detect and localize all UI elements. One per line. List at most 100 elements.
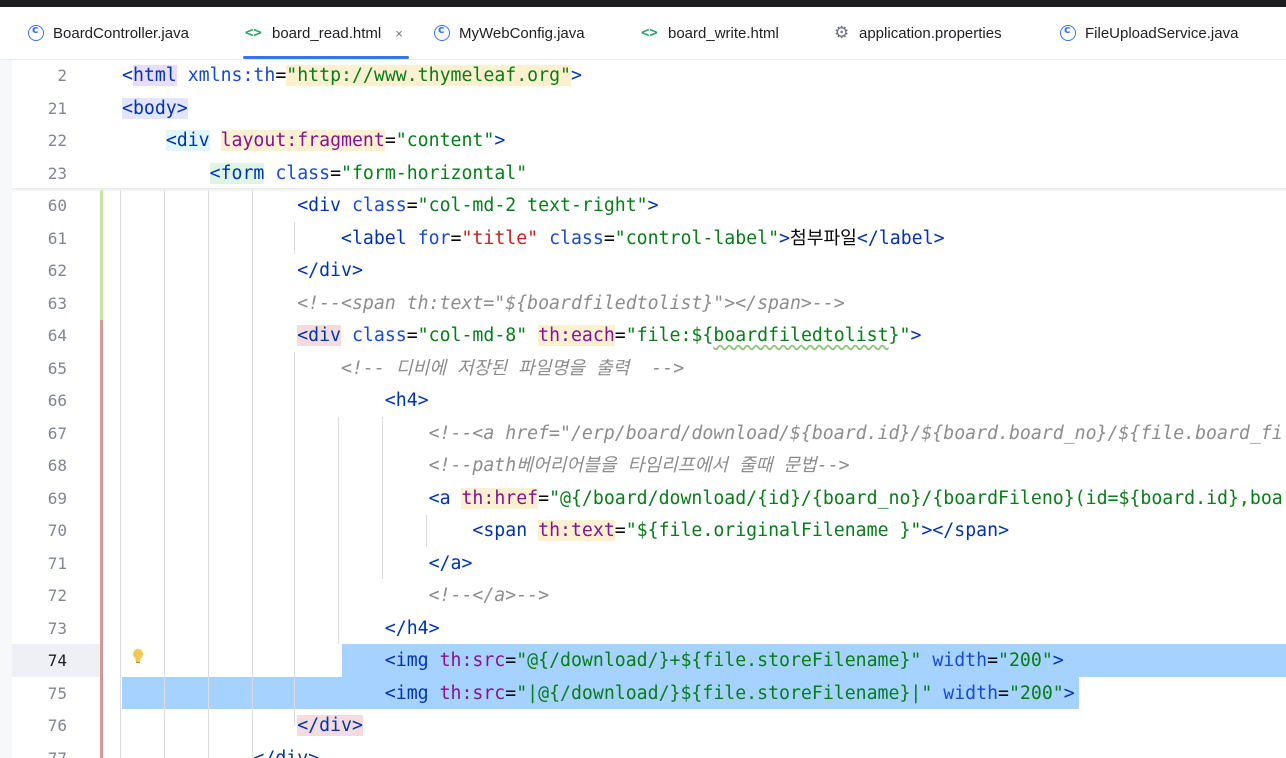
code-token: img	[395, 682, 429, 704]
code-token: "200"	[998, 650, 1053, 671]
code-token: div	[275, 747, 309, 758]
code-line[interactable]: 74 <img th:src="@{/download/}+${file.sto…	[12, 645, 1286, 678]
code-token: <!--<span th:text="${boardfiledtolist}">…	[297, 292, 845, 314]
tab-board-read[interactable]: <> board_read.html ×	[243, 7, 409, 59]
tab-application-properties[interactable]: ⚙ application.properties	[834, 7, 1002, 59]
code-token: <	[384, 682, 396, 704]
lightbulb-icon[interactable]	[132, 648, 144, 664]
code-token: boardfiledtolist	[713, 325, 889, 346]
code-token: <	[122, 65, 133, 86]
code-line[interactable]: 73 </h4>	[12, 613, 1286, 646]
code-line[interactable]: 23 <form class="form-horizontal"	[12, 158, 1286, 191]
code-line[interactable]: 69 <a th:href="@{/board/download/{id}/{b…	[12, 483, 1286, 516]
code-line[interactable]: 75 <img th:src="|@{/download/}${file.sto…	[12, 678, 1286, 711]
code-text: <div class="col-md-2 text-right">	[122, 190, 658, 223]
code-text: </a>	[122, 548, 473, 581]
code-token: <!-- 디비에 저장된 파일명을 출력 -->	[341, 357, 685, 379]
code-line[interactable]: 68 <!--path베어리어블을 타임리프에서 줄때 문법-->	[12, 450, 1286, 483]
code-token: width	[943, 682, 999, 704]
code-token: layout:fragment	[220, 130, 385, 151]
code-token: label	[878, 227, 934, 249]
code-text: <!-- 디비에 저장된 파일명을 출력 -->	[122, 353, 684, 386]
close-icon[interactable]: ×	[395, 26, 403, 41]
line-number: 69	[47, 488, 67, 508]
code-token: "|@{/download/}${file.storeFilename}|"	[516, 682, 933, 704]
code-token: class	[351, 195, 407, 216]
tab-file-upload-service[interactable]: FileUploadService.java	[1060, 7, 1238, 59]
tab-board-controller[interactable]: BoardController.java	[28, 7, 189, 59]
tab-board-write[interactable]: <> board_write.html	[641, 7, 779, 59]
code-line[interactable]: 2 <html xmlns:th="http://www.thymeleaf.or…	[12, 60, 1286, 93]
tab-my-web-config[interactable]: MyWebConfig.java	[434, 7, 585, 59]
code-token: h4	[406, 617, 429, 639]
code-token: <	[297, 325, 309, 346]
class-icon	[434, 23, 450, 41]
code-text: <!--<a href="/erp/board/download/${board…	[122, 418, 1283, 451]
code-line[interactable]: 71 </a>	[12, 548, 1286, 581]
code-token: >	[921, 520, 933, 541]
code-token: h4	[395, 390, 418, 411]
code-token: html	[132, 65, 177, 86]
code-token: =	[614, 325, 626, 346]
code-line[interactable]: 65 <!-- 디비에 저장된 파일명을 출력 -->	[12, 353, 1286, 386]
code-token: >	[494, 130, 506, 151]
code-line[interactable]: 67 <!--<a href="/erp/board/download/${bo…	[12, 418, 1286, 451]
code-token: <	[165, 130, 177, 151]
code-line[interactable]: 76 </div>	[12, 710, 1286, 743]
code-token: >	[308, 747, 320, 758]
code-token: <	[297, 195, 309, 216]
code-line[interactable]: 77 </div>	[12, 743, 1286, 758]
code-token: >	[461, 552, 473, 574]
line-number: 71	[47, 553, 67, 573]
code-line[interactable]: 72 <!--</a>-->	[12, 580, 1286, 613]
class-icon	[28, 23, 44, 41]
code-line[interactable]: 63 <!--<span th:text="${boardfiledtolist…	[12, 288, 1286, 321]
code-line[interactable]: 21 <body>	[12, 93, 1286, 126]
code-editor[interactable]: 2 <html xmlns:th="http://www.thymeleaf.or…	[12, 60, 1286, 758]
code-token: span	[954, 520, 999, 541]
code-token: }"	[888, 325, 911, 346]
code-text: <div layout:fragment="content">	[122, 125, 505, 158]
sticky-lines-divider	[12, 188, 1286, 192]
code-line[interactable]: 64 <div class="col-md-8" th:each="file:$…	[12, 320, 1286, 353]
code-token: </	[384, 617, 407, 639]
code-token: >	[176, 97, 188, 119]
code-line[interactable]: 70 <span th:text="${file.originalFilenam…	[12, 515, 1286, 548]
code-token: </	[297, 260, 320, 281]
code-text: </div>	[122, 743, 319, 758]
code-token: <	[384, 390, 396, 411]
code-token: >	[910, 325, 922, 346]
code-line[interactable]: 22 <div layout:fragment="content">	[12, 125, 1286, 158]
code-token: =	[505, 650, 517, 671]
code-text: </div>	[122, 710, 363, 743]
code-token: "@{/board/download/{id}/{board_no}/{boar…	[549, 487, 1283, 509]
line-number: 60	[47, 196, 67, 215]
code-line[interactable]: 61 <label for="title" class="control-lab…	[12, 223, 1286, 256]
code-line[interactable]: 66 <h4>	[12, 385, 1286, 418]
line-number: 66	[47, 391, 67, 410]
code-token: form	[220, 162, 265, 184]
code-line[interactable]: 62 </div>	[12, 255, 1286, 288]
code-token: "control-label"	[614, 227, 780, 249]
code-token: >	[1063, 682, 1075, 704]
code-token: a	[439, 487, 451, 509]
line-number: 2	[57, 66, 67, 85]
code-text: <form class="form-horizontal"	[122, 158, 527, 191]
code-token: th:src	[439, 682, 506, 704]
code-token: <	[472, 520, 484, 541]
code-line[interactable]: 60 <div class="col-md-2 text-right">	[12, 190, 1286, 223]
code-token: >	[1052, 650, 1064, 671]
code-token: 첨부파일	[789, 227, 857, 249]
